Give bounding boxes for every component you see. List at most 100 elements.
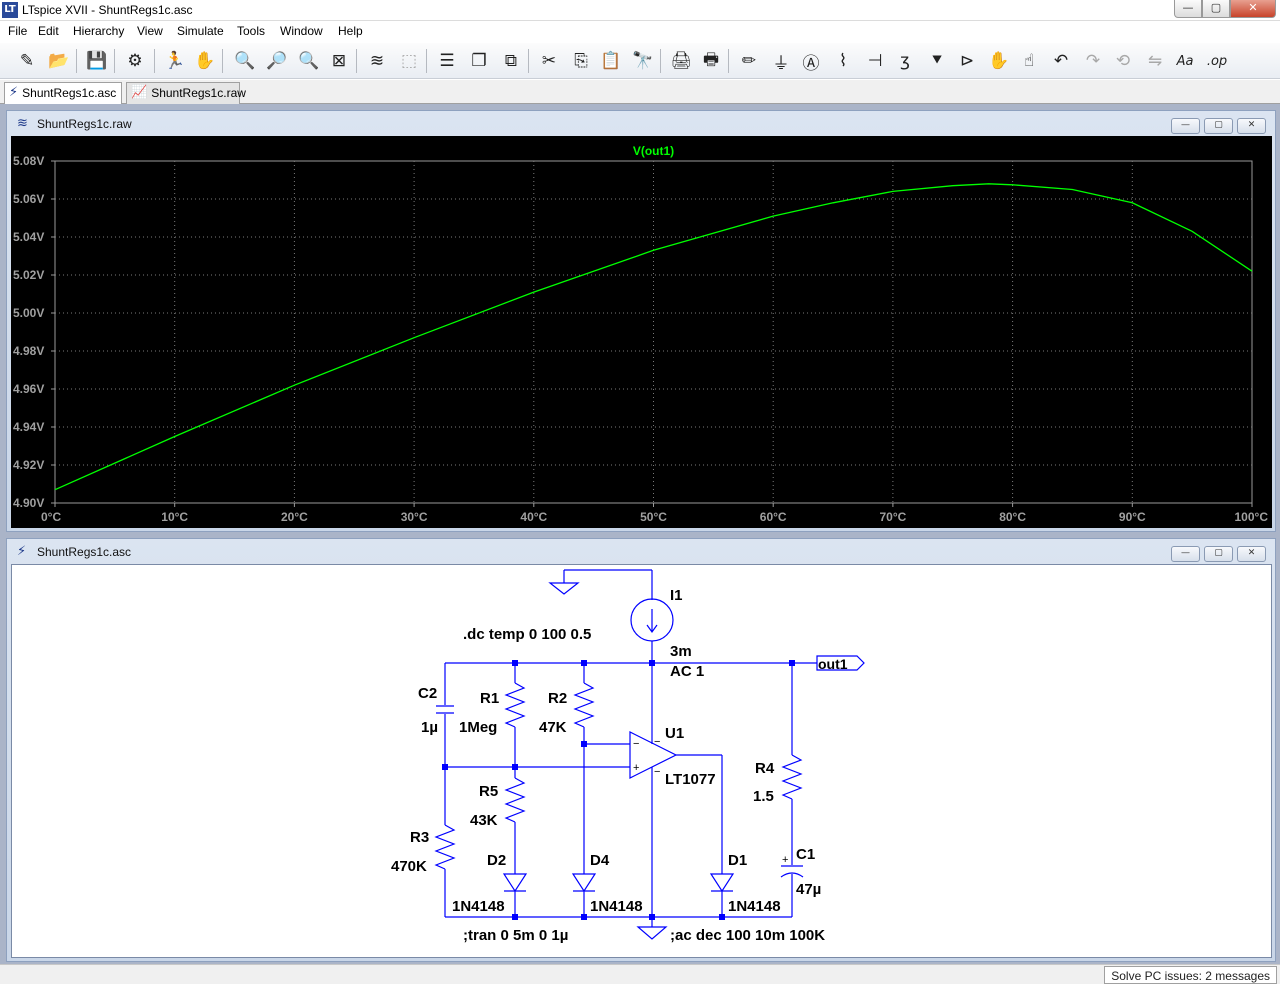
find-button[interactable]: 🔭	[630, 48, 656, 74]
component-button[interactable]: ⊳	[954, 48, 980, 74]
capacitor-c2[interactable]	[436, 663, 454, 767]
draw-wire-icon: ✏	[741, 51, 757, 71]
fit-plot-icon: ⬚	[400, 51, 418, 71]
plot-minimize-button[interactable]: —	[1171, 118, 1200, 134]
tab-shuntregs1c-asc[interactable]: ⚡ ShuntRegs1c.asc	[4, 82, 122, 105]
schematic-maximize-button[interactable]: ▢	[1204, 546, 1233, 562]
opamp-minus-label: −	[654, 736, 660, 748]
menu-simulate[interactable]: Simulate	[177, 24, 224, 38]
status-bar: Solve PC issues: 2 messages	[0, 964, 1280, 984]
rotate-button[interactable]: ⟲	[1110, 48, 1136, 74]
top-ground-symbol[interactable]	[548, 569, 653, 600]
diode-button[interactable]: ⯆	[924, 48, 950, 74]
opamp-inverting-pin-label: −	[633, 738, 639, 750]
draw-wire-button[interactable]: ✏	[736, 48, 762, 74]
tile-horizontal-button[interactable]: ☰	[434, 48, 460, 74]
title-bar: LT LTspice XVII - ShuntRegs1c.asc — ▢ ✕	[0, 0, 1280, 21]
new-schematic-icon: ✎	[19, 51, 35, 71]
pan-icon: 🔎	[266, 51, 288, 71]
x-tick-label: 20°C	[281, 510, 308, 524]
label-net-button[interactable]: Ⓐ	[798, 48, 824, 74]
resistor-r5[interactable]	[504, 767, 526, 874]
control-panel-button[interactable]: ⚙	[122, 48, 148, 74]
run-button[interactable]: 🏃	[162, 48, 188, 74]
spice-directive-button[interactable]: .op	[1204, 48, 1230, 74]
diode-d4[interactable]	[571, 744, 597, 917]
redo-button[interactable]: ↷	[1080, 48, 1106, 74]
waveform-icon: 📈	[131, 85, 148, 100]
tab-shuntregs1c-raw[interactable]: 📈 ShuntRegs1c.raw	[126, 82, 246, 104]
paste-button[interactable]: 📋	[598, 48, 624, 74]
menu-file[interactable]: File	[8, 24, 27, 38]
c1-value-label: 47µ	[796, 881, 821, 898]
plot-maximize-button[interactable]: ▢	[1204, 118, 1233, 134]
undo-button[interactable]: ↶	[1048, 48, 1074, 74]
print-setup-button[interactable]: 🖨	[668, 48, 694, 74]
resistor-r2[interactable]	[573, 663, 595, 744]
x-tick-label: 100°C	[1235, 510, 1269, 524]
cut-button[interactable]: ✂	[536, 48, 562, 74]
x-tick-label: 60°C	[760, 510, 787, 524]
pan-button[interactable]: 🔎	[264, 48, 290, 74]
menu-edit[interactable]: Edit	[38, 24, 59, 38]
status-message[interactable]: Solve PC issues: 2 messages	[1104, 966, 1277, 984]
plot-close-button[interactable]: ✕	[1237, 118, 1266, 134]
ground-icon: ⏚	[772, 53, 790, 74]
menu-view[interactable]: View	[137, 24, 163, 38]
resistor-r1[interactable]	[504, 663, 526, 767]
menu-help[interactable]: Help	[338, 24, 363, 38]
ac-directive[interactable]: ;ac dec 100 10m 100K	[670, 927, 825, 944]
drag-button[interactable]: ☝	[1016, 48, 1042, 74]
r4-name-label: R4	[755, 760, 775, 777]
zoom-full-button[interactable]: ⊠	[326, 48, 352, 74]
ground-button[interactable]: ⏚	[768, 48, 794, 74]
capacitor-button[interactable]: ⊣	[862, 48, 888, 74]
zoom-in-button[interactable]: 🔍	[232, 48, 258, 74]
y-tick-label: 4.92V	[13, 458, 44, 472]
y-tick-label: 5.06V	[13, 192, 44, 206]
tran-directive[interactable]: ;tran 0 5m 0 1µ	[463, 927, 568, 944]
maximize-button[interactable]: ▢	[1202, 0, 1230, 18]
waveform-window-title: ShuntRegs1c.raw	[37, 117, 132, 131]
chart-title: V(out1)	[633, 144, 674, 158]
resistor-r4[interactable]	[781, 663, 803, 865]
copy-button[interactable]: ⎘	[568, 48, 594, 74]
component-icon: ⊳	[959, 51, 975, 71]
minimize-button[interactable]: —	[1174, 0, 1202, 18]
inductor-button[interactable]: ʒ	[892, 48, 918, 74]
waveform-plot[interactable]: 0°C 10°C 20°C 30°C 40°C 50°C 60°C 70°C 80°C 90°C 1…	[11, 136, 1272, 528]
tile-horizontal-icon: ☰	[439, 51, 455, 71]
print-button[interactable]: 🖶	[698, 48, 724, 74]
r4-value-label: 1.5	[753, 788, 774, 805]
schematic-close-button[interactable]: ✕	[1237, 546, 1266, 562]
halt-button[interactable]: ✋	[192, 48, 218, 74]
fit-plot-button[interactable]: ⬚	[396, 48, 422, 74]
cascade-button[interactable]: ❐	[466, 48, 492, 74]
dc-directive[interactable]: .dc temp 0 100 0.5	[463, 626, 591, 643]
schematic-minimize-button[interactable]: —	[1171, 546, 1200, 562]
schematic-canvas[interactable]: I1 3m AC 1 .dc temp 0 100 0.5 out1 C2 1µ…	[11, 564, 1272, 958]
open-button[interactable]: 📂	[46, 48, 72, 74]
text-button[interactable]: Aa	[1172, 48, 1198, 74]
mirror-button[interactable]: ⇋	[1142, 48, 1168, 74]
tile-vertical-button[interactable]: ⧉	[498, 48, 524, 74]
r3-name-label: R3	[410, 829, 429, 846]
diode-d2[interactable]	[502, 873, 528, 917]
menu-window[interactable]: Window	[280, 24, 323, 38]
r5-value-label: 43K	[470, 812, 498, 829]
current-source-i1[interactable]	[630, 598, 674, 663]
bottom-ground-symbol[interactable]	[636, 917, 668, 940]
resistor-button[interactable]: ⌇	[830, 48, 856, 74]
menu-hierarchy[interactable]: Hierarchy	[73, 24, 124, 38]
inductor-icon: ʒ	[900, 51, 910, 71]
save-button[interactable]: 💾	[84, 48, 110, 74]
r5-name-label: R5	[479, 783, 498, 800]
move-button[interactable]: ✋	[986, 48, 1012, 74]
redo-icon: ↷	[1085, 51, 1101, 71]
resistor-r3[interactable]	[434, 767, 456, 917]
close-button[interactable]: ✕	[1230, 0, 1276, 18]
autorange-button[interactable]: ≋	[364, 48, 390, 74]
zoom-out-button[interactable]: 🔍	[296, 48, 322, 74]
menu-tools[interactable]: Tools	[237, 24, 265, 38]
new-schematic-button[interactable]: ✎	[14, 48, 40, 74]
